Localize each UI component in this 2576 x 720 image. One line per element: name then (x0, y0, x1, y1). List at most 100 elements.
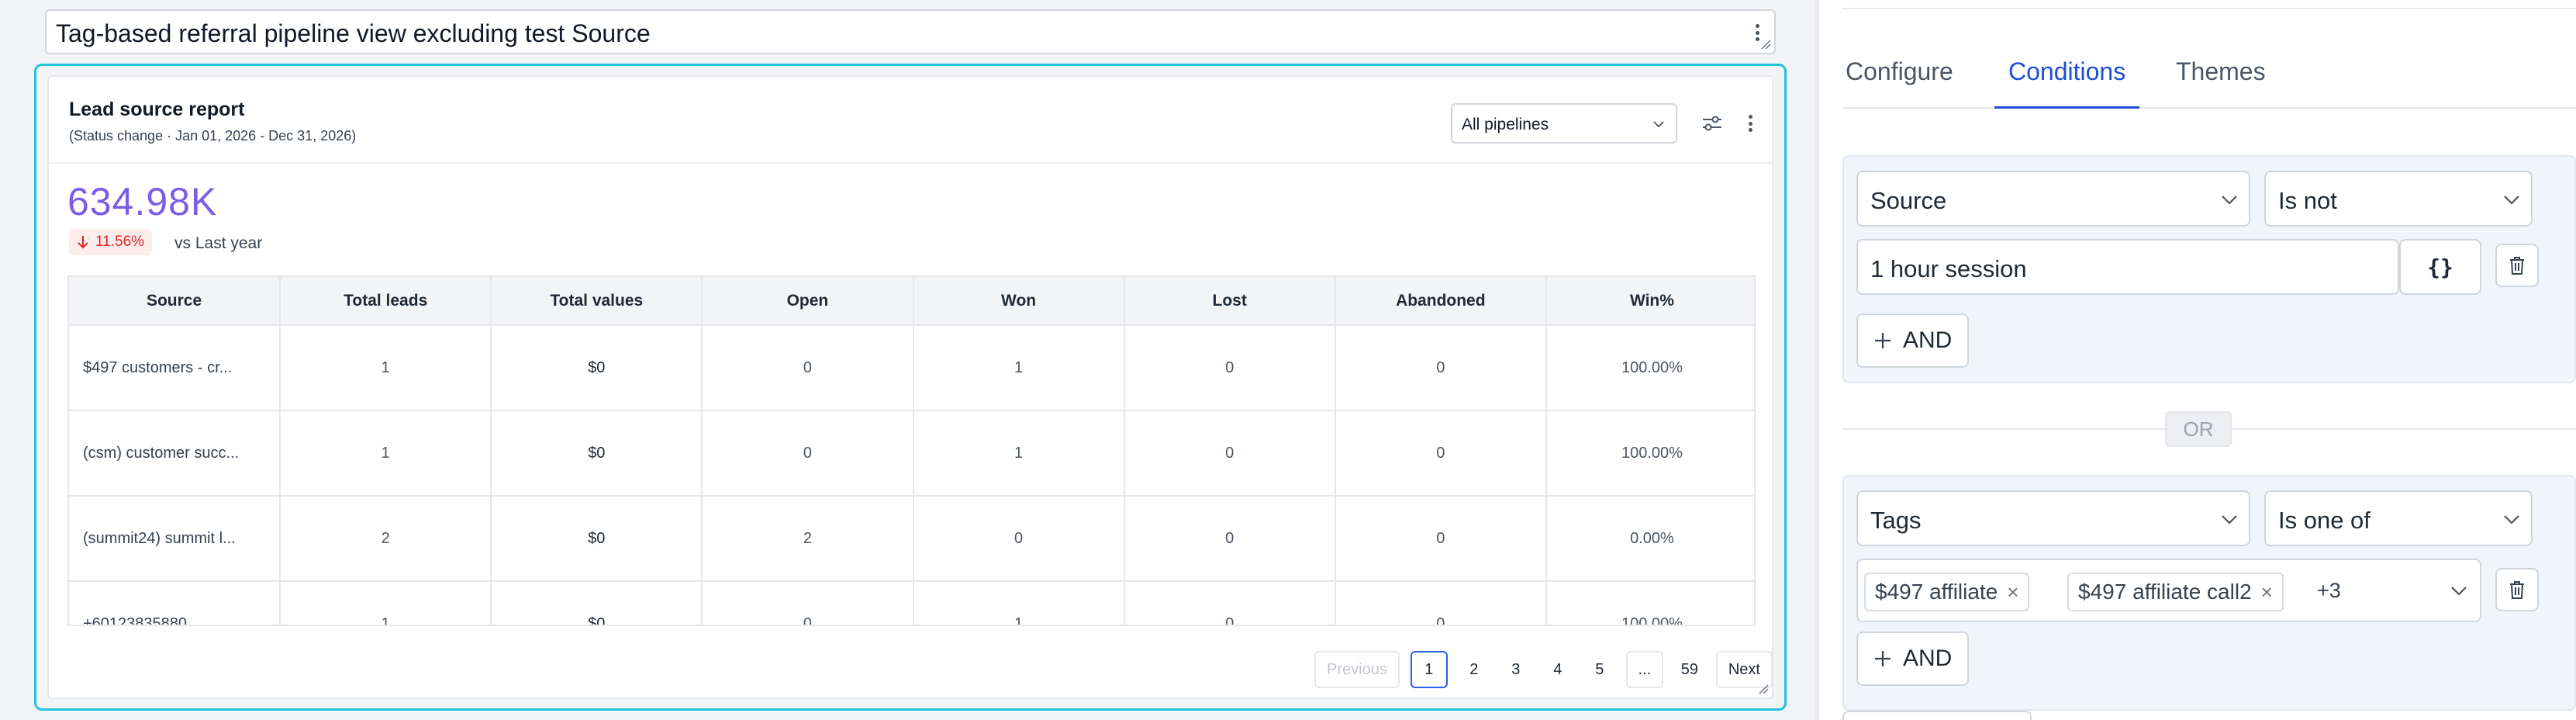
tab-configure[interactable]: Configure (1842, 57, 1956, 109)
table-cell: 2 (702, 496, 914, 582)
column-header[interactable]: Abandoned (1335, 277, 1547, 326)
pipeline-select-value: All pipelines (1462, 116, 1549, 133)
table-cell: 0.00% (1545, 496, 1754, 582)
table-row: $497 customers - cr... 1 $0 0 1 0 0 100.… (69, 325, 1754, 411)
chevron-down-icon (2504, 515, 2519, 524)
field-select[interactable]: Tags (1856, 490, 2250, 546)
page-button-5[interactable]: 5 (1583, 651, 1615, 688)
tag-chip[interactable]: $497 affiliate × (1864, 573, 2030, 611)
previous-page-button[interactable]: Previous (1314, 651, 1400, 688)
widget-title-text: Tag-based referral pipeline view excludi… (56, 19, 651, 47)
pipeline-select[interactable]: All pipelines (1451, 103, 1677, 144)
operator-select[interactable]: Is one of (2264, 490, 2533, 546)
table-cell: 0 (1335, 581, 1547, 625)
table-cell: 1 (913, 410, 1125, 497)
table-cell: 0 (913, 496, 1125, 582)
table-cell: 1 (913, 325, 1125, 411)
table-cell: 0 (1124, 325, 1336, 411)
column-header[interactable]: Source (69, 277, 281, 326)
widget-more-icon[interactable] (1742, 112, 1758, 135)
tab-conditions[interactable]: Conditions (1994, 57, 2140, 109)
delta-badge: 11.56% (69, 229, 153, 255)
field-select[interactable]: Source (1856, 171, 2250, 227)
tag-chip-label: $497 affiliate call2 (2078, 580, 2252, 604)
table-cell: 100.00% (1545, 581, 1754, 625)
source-cell: $497 customers - cr... (69, 325, 281, 411)
insert-variable-button[interactable]: {} (2399, 239, 2481, 295)
column-header[interactable]: Open (702, 277, 914, 326)
condition-group-2: Tags Is one of $497 affiliate × $497 aff… (1842, 475, 2576, 711)
tags-multiselect[interactable]: $497 affiliate × $497 affiliate call2 × … (1856, 559, 2481, 622)
column-header[interactable]: Win% (1545, 277, 1754, 326)
table-cell: $0 (491, 581, 703, 625)
table-cell: 0 (702, 581, 914, 625)
table-cell: 100.00% (1545, 325, 1754, 411)
add-and-condition-button[interactable]: AND (1856, 632, 1970, 686)
widget-title: Lead source report (69, 99, 245, 120)
dashboard-editor: Tag-based referral pipeline view excludi… (0, 0, 2576, 720)
delete-condition-button[interactable] (2495, 568, 2539, 611)
condition-value-input[interactable]: 1 hour session (1856, 239, 2399, 295)
column-header[interactable]: Total values (491, 277, 703, 326)
resize-grip-icon[interactable] (1759, 37, 1771, 50)
table-cell: 0 (1335, 496, 1547, 582)
page-ellipsis[interactable]: ... (1625, 651, 1663, 688)
column-header[interactable]: Lost (1124, 277, 1336, 326)
chevron-down-icon (2222, 196, 2237, 205)
tab-themes[interactable]: Themes (2173, 57, 2269, 109)
table-row: +60123835880 1 $0 0 1 0 0 100.00% (69, 581, 1754, 625)
table-cell: 0 (702, 410, 914, 497)
page-button-2[interactable]: 2 (1458, 651, 1490, 688)
column-header[interactable]: Total leads (280, 277, 492, 326)
table-cell: $0 (491, 410, 703, 497)
source-cell: +60123835880 (69, 581, 281, 625)
pagination: Previous 1 2 3 4 5 ... 59 Next (1314, 649, 1772, 690)
operator-select-value: Is one of (2278, 507, 2371, 534)
add-or-group-button[interactable] (1842, 711, 2032, 720)
page-button-last[interactable]: 59 (1673, 651, 1705, 688)
selected-widget-frame[interactable]: Lead source report (Status change · Jan … (34, 64, 1787, 711)
plus-icon (1875, 333, 1891, 348)
filter-settings-icon[interactable] (1701, 114, 1724, 133)
more-tags-count[interactable]: +3 (2317, 579, 2341, 603)
page-button-3[interactable]: 3 (1500, 651, 1531, 688)
page-button-1[interactable]: 1 (1410, 651, 1448, 688)
widget-title-input[interactable]: Tag-based referral pipeline view excludi… (45, 9, 1776, 54)
operator-select-value: Is not (2278, 187, 2337, 214)
table-cell: 1 (280, 325, 492, 411)
table-cell: 0 (1335, 325, 1547, 411)
tag-chip[interactable]: $497 affiliate call2 × (2067, 573, 2284, 611)
column-header[interactable]: Won (913, 277, 1125, 326)
or-badge: OR (2165, 411, 2232, 447)
remove-tag-icon[interactable]: × (2261, 580, 2273, 604)
settings-panel: Configure Conditions Themes Source Is no… (1819, 0, 2576, 720)
table-cell: 0 (1335, 410, 1547, 497)
panel-tabs: Configure Conditions Themes (1842, 47, 2576, 109)
condition-value-text: 1 hour session (1870, 255, 2027, 282)
operator-select[interactable]: Is not (2264, 171, 2533, 227)
table-cell: 100.00% (1545, 410, 1754, 497)
lead-source-report-widget: Lead source report (Status change · Jan … (47, 75, 1773, 699)
table-row: (csm) customer succ... 1 $0 0 1 0 0 100.… (69, 410, 1754, 497)
and-label: AND (1903, 327, 1953, 353)
field-select-value: Source (1870, 187, 1947, 214)
table-cell: $0 (491, 496, 703, 582)
trash-icon (2510, 257, 2524, 275)
condition-group-1: Source Is not 1 hour session {} AND (1842, 155, 2576, 383)
table-cell: 2 (280, 496, 492, 582)
remove-tag-icon[interactable]: × (2007, 580, 2018, 604)
add-and-condition-button[interactable]: AND (1856, 313, 1970, 368)
canvas: Tag-based referral pipeline view excludi… (0, 0, 1815, 720)
delete-condition-button[interactable] (2495, 244, 2539, 287)
table-cell: $0 (491, 325, 703, 411)
widget-resize-grip-icon[interactable] (1756, 682, 1769, 694)
chevron-down-icon (2222, 515, 2237, 524)
table-cell: 0 (1124, 496, 1336, 582)
field-select-value: Tags (1870, 507, 1922, 534)
table-cell: 0 (1124, 410, 1336, 497)
page-button-4[interactable]: 4 (1542, 651, 1573, 688)
and-label: AND (1903, 646, 1953, 671)
delta-value: 11.56% (95, 234, 145, 250)
table-cell: 0 (702, 325, 914, 411)
trash-icon (2510, 581, 2524, 599)
